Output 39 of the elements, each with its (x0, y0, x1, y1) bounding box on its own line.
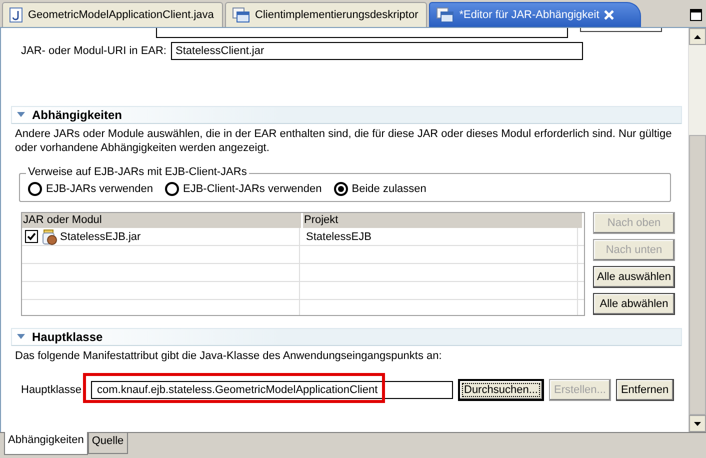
text-field[interactable]: com.knauf.ejb.stateless.GeometricModelApplicationClient (91, 381, 453, 399)
radio-button[interactable] (165, 182, 179, 196)
section-header[interactable]: Hauptklasse (11, 328, 682, 346)
field-label: JAR- oder Modul-URI in EAR: (21, 45, 166, 57)
descriptor-icon (232, 7, 250, 23)
radio-button[interactable] (28, 182, 42, 196)
java-file-icon (9, 7, 23, 23)
action-button[interactable]: Alle auswählen (593, 266, 675, 288)
field-label: Hauptklasse (21, 384, 83, 396)
scroll-down-icon[interactable] (694, 422, 701, 426)
close-icon[interactable] (604, 10, 614, 20)
text-field[interactable]: StatelessClient.jar (170, 42, 582, 60)
maximize-icon[interactable] (690, 9, 702, 21)
editor-tab[interactable]: GeometricModelApplicationClient.java (2, 2, 223, 27)
page-tab[interactable]: Abhängigkeiten (4, 432, 88, 455)
section-description: Das folgende Manifestattribut gibt die Java-Klasse des Anwendungseingangspunkts an: (14, 349, 443, 363)
scrollbar[interactable] (688, 28, 706, 432)
descriptor-icon (436, 7, 454, 23)
collapse-icon[interactable] (16, 333, 26, 341)
action-button[interactable]: Durchsuchen... (458, 379, 544, 401)
collapse-icon[interactable] (16, 111, 26, 119)
radio-option[interactable]: EJB-JARs verwenden (28, 182, 153, 196)
radio-button[interactable] (334, 182, 348, 196)
radio-option[interactable]: Beide zulassen (334, 182, 426, 196)
section-header[interactable]: Abhängigkeiten (11, 106, 682, 124)
action-button[interactable]: Entfernen (616, 379, 674, 401)
table-cell: StatelessEJB (300, 228, 578, 245)
jar-icon (41, 228, 59, 244)
checkbox[interactable] (25, 230, 38, 243)
group-title: Verweise auf EJB-JARs mit EJB-Client-JARs (26, 166, 249, 178)
column-header[interactable]: Projekt (303, 213, 584, 228)
editor-tab[interactable]: Clientimplementierungsdeskriptor (225, 2, 428, 27)
section-description: Andere JARs oder Module auswählen, die in der EAR enthalten sind, die für diese JAR oder dieses Modul erforderlich sind. Nur gültige oder vorhandene Abhängigkeiten werden angezeigt. (14, 127, 673, 155)
page-tab[interactable]: Quelle (88, 433, 128, 454)
action-button[interactable]: Alle abwählen (593, 293, 675, 315)
scroll-up-icon[interactable] (694, 34, 701, 38)
editor-tab[interactable]: *Editor für JAR-Abhängigkeit (429, 2, 642, 27)
table-cell: StatelessEJB.jar (22, 228, 300, 245)
radio-option[interactable]: EJB-Client-JARs verwenden (165, 182, 322, 196)
